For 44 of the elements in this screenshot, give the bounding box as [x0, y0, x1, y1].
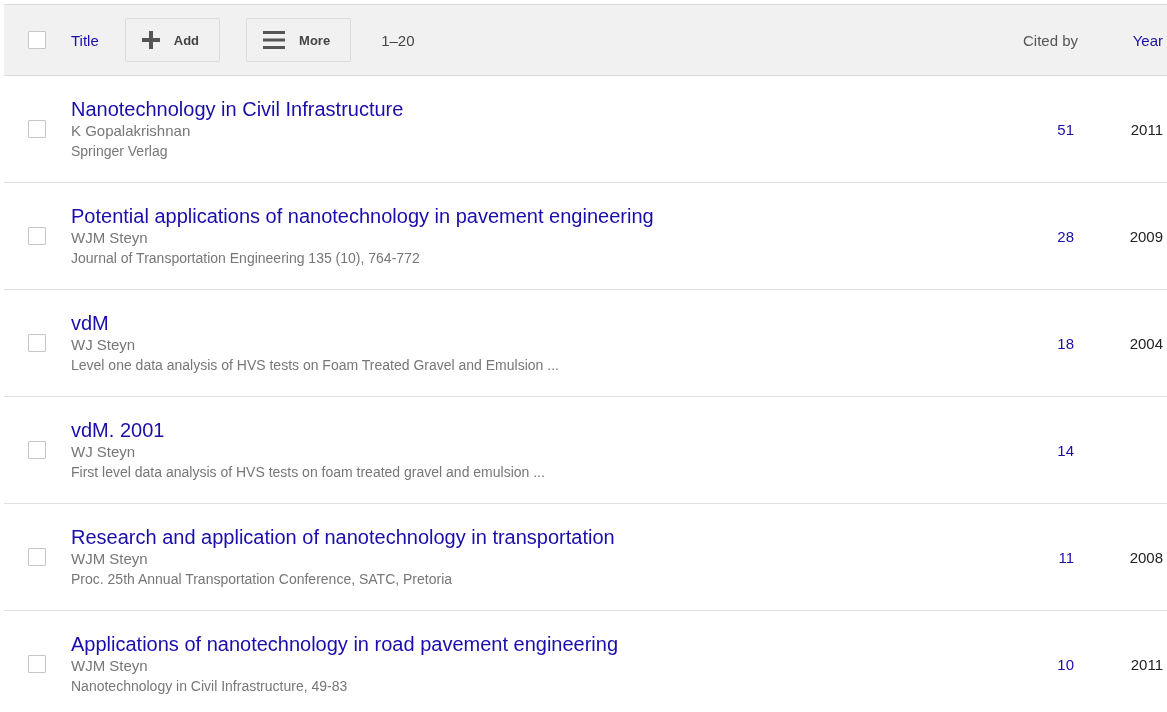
row-checkbox[interactable] — [28, 655, 46, 673]
cited-by-count-link[interactable]: 28 — [994, 227, 1090, 245]
article-year: 2004 — [1128, 334, 1164, 352]
article-authors: K Gopalakrishnan — [71, 121, 192, 141]
cited-by-count-link[interactable]: 14 — [994, 441, 1090, 459]
cited-by-count-link[interactable]: 10 — [994, 655, 1090, 673]
article-authors: WJ Steyn — [71, 335, 137, 355]
cited-by-count-link[interactable]: 51 — [994, 120, 1090, 138]
article-year: 2011 — [1129, 120, 1164, 138]
article-year: 2008 — [1128, 548, 1164, 566]
article-venue: Springer Verlag — [71, 142, 169, 161]
article-year: 2011 — [1129, 655, 1164, 673]
article-title-link[interactable]: vdM — [71, 311, 994, 335]
cited-by-header: Cited by — [1021, 31, 1078, 49]
row-checkbox[interactable] — [28, 334, 46, 352]
year-sort-link[interactable]: Year — [1078, 31, 1167, 49]
article-venue: Proc. 25th Annual Transportation Conference, SATC, Pretoria — [71, 570, 454, 589]
title-sort-link[interactable]: Title — [71, 31, 99, 49]
row-checkbox[interactable] — [28, 227, 46, 245]
article-title-link[interactable]: Research and application of nanotechnology in transportation — [71, 525, 994, 549]
row-checkbox[interactable] — [28, 548, 46, 566]
article-authors: WJ Steyn — [71, 442, 137, 462]
menu-icon — [263, 31, 286, 49]
article-authors: WJM Steyn — [71, 549, 149, 569]
cited-by-count-link[interactable]: 18 — [994, 334, 1090, 352]
article-authors: WJM Steyn — [71, 228, 149, 248]
article-title-link[interactable]: Applications of nanotechnology in road pavement engineering — [71, 632, 994, 656]
row-checkbox[interactable] — [28, 441, 46, 459]
article-authors: WJM Steyn — [71, 656, 149, 676]
article-venue: Nanotechnology in Civil Infrastructure, 49-83 — [71, 677, 349, 696]
row-checkbox[interactable] — [28, 120, 46, 138]
article-title-link[interactable]: vdM. 2001 — [71, 418, 994, 442]
result-range: 1–20 — [381, 31, 415, 49]
add-button[interactable]: Add — [124, 18, 221, 62]
select-all-checkbox[interactable] — [28, 31, 46, 49]
article-title-link[interactable]: Potential applications of nanotechnology in pavement engineering — [71, 204, 994, 228]
plus-icon — [141, 31, 160, 49]
article-venue: First level data analysis of HVS tests on foam treated gravel and emulsion ... — [71, 463, 546, 482]
article-venue: Journal of Transportation Engineering 135 (10), 764-772 — [71, 249, 421, 268]
more-button[interactable]: More — [246, 18, 352, 62]
article-title-link[interactable]: Nanotechnology in Civil Infrastructure — [71, 97, 994, 121]
article-year: 2009 — [1128, 227, 1164, 245]
cited-by-count-link[interactable]: 11 — [994, 548, 1090, 566]
article-venue: Level one data analysis of HVS tests on Foam Treated Gravel and Emulsion ... — [71, 356, 560, 375]
